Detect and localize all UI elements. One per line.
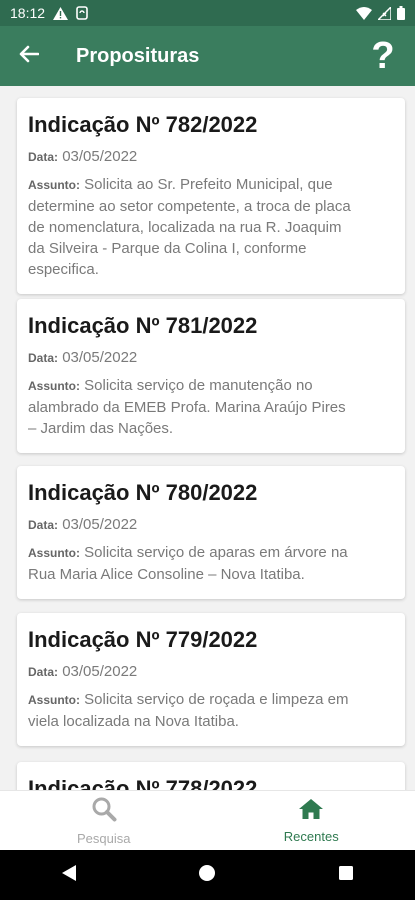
card-subject-row: Assunto: Solicita serviço de manutenção … [28,375,394,439]
proposition-card[interactable]: Indicação Nº 779/2022 Data: 03/05/2022 A… [17,613,405,746]
card-subject-line: Solicita serviço de aparas em árvore na [84,544,348,561]
search-icon [91,796,117,827]
card-subject-line: de nomenclatura, localizada na rua R. Jo… [28,219,342,236]
system-navigation-bar [0,850,415,900]
page-title: Proposituras [76,44,200,67]
card-subject-line: viela localizada na Nova Itatiba. [28,713,239,730]
card-title: Indicação Nº 782/2022 [28,112,258,137]
card-title: Indicação Nº 781/2022 [28,313,258,338]
nav-recent-label: Recentes [283,828,339,844]
back-button[interactable] [0,26,58,86]
card-title: Indicação Nº 778/2022 [28,776,258,790]
subject-label: Assunto: [28,693,80,707]
card-subject-line: especifica. [28,261,99,278]
nav-search[interactable]: Pesquisa [0,791,208,850]
card-subject-line: Solicita serviço de manutenção no [84,377,313,394]
home-circle-icon[interactable] [198,864,216,887]
card-date: 03/05/2022 [62,663,138,680]
question-mark-icon: ? [371,34,395,77]
help-button[interactable]: ? [363,34,403,78]
card-date-row: Data: 03/05/2022 [28,347,394,369]
proposition-card[interactable]: Indicação Nº 782/2022 Data: 03/05/2022 A… [17,98,405,294]
date-label: Data: [28,150,59,164]
card-subject-line: Solicita serviço de roçada e limpeza em [84,691,349,708]
card-subject-line: alambrado da EMEB Profa. Marina Araújo P… [28,399,346,416]
card-date-row: Data: 03/05/2022 [28,146,394,168]
card-subject-line: – Jardim das Nações. [28,420,174,437]
subject-label: Assunto: [28,379,80,393]
date-label: Data: [28,351,59,365]
card-title: Indicação Nº 780/2022 [28,480,258,505]
recents-square-icon[interactable] [338,865,354,886]
sync-icon [76,6,88,20]
card-date: 03/05/2022 [62,349,138,366]
warning-icon [53,6,69,20]
home-icon [298,798,324,825]
card-date: 03/05/2022 [62,148,138,165]
proposition-card[interactable]: Indicação Nº 781/2022 Data: 03/05/2022 A… [17,299,405,453]
status-time: 18:12 [10,5,46,21]
card-subject-row: Assunto: Solicita serviço de aparas em á… [28,542,394,585]
subject-label: Assunto: [28,546,80,560]
card-title: Indicação Nº 779/2022 [28,627,258,652]
date-label: Data: [28,665,59,679]
card-subject-row: Assunto: Solicita ao Sr. Prefeito Munici… [28,174,394,280]
status-bar: 18:12 [0,0,415,26]
proposition-card[interactable]: Indicação Nº 780/2022 Data: 03/05/2022 A… [17,466,405,599]
back-triangle-icon[interactable] [61,864,77,887]
signal-icon [378,6,391,20]
card-subject-line: da Silveira - Parque da Colina I, confor… [28,240,307,257]
subject-label: Assunto: [28,178,80,192]
card-date-row: Data: 03/05/2022 [28,661,394,683]
card-subject-line: Rua Maria Alice Consoline – Nova Itatiba… [28,566,305,583]
date-label: Data: [28,518,59,532]
app-bar: Proposituras ? [0,26,415,86]
card-subject-line: determine ao setor competente, a troca d… [28,198,351,215]
wifi-icon [356,6,372,20]
arrow-left-icon [19,45,40,68]
card-date-row: Data: 03/05/2022 [28,514,394,536]
nav-search-label: Pesquisa [77,830,131,846]
card-subject-line: Solicita ao Sr. Prefeito Municipal, que [84,176,333,193]
bottom-navigation: Pesquisa Recentes [0,790,415,850]
battery-icon [397,6,405,20]
card-subject-row: Assunto: Solicita serviço de roçada e li… [28,689,394,732]
card-date: 03/05/2022 [62,516,138,533]
proposition-card[interactable]: Indicação Nº 778/2022 [17,762,405,790]
proposition-list[interactable]: Indicação Nº 782/2022 Data: 03/05/2022 A… [0,86,415,790]
nav-recent[interactable]: Recentes [208,791,415,850]
